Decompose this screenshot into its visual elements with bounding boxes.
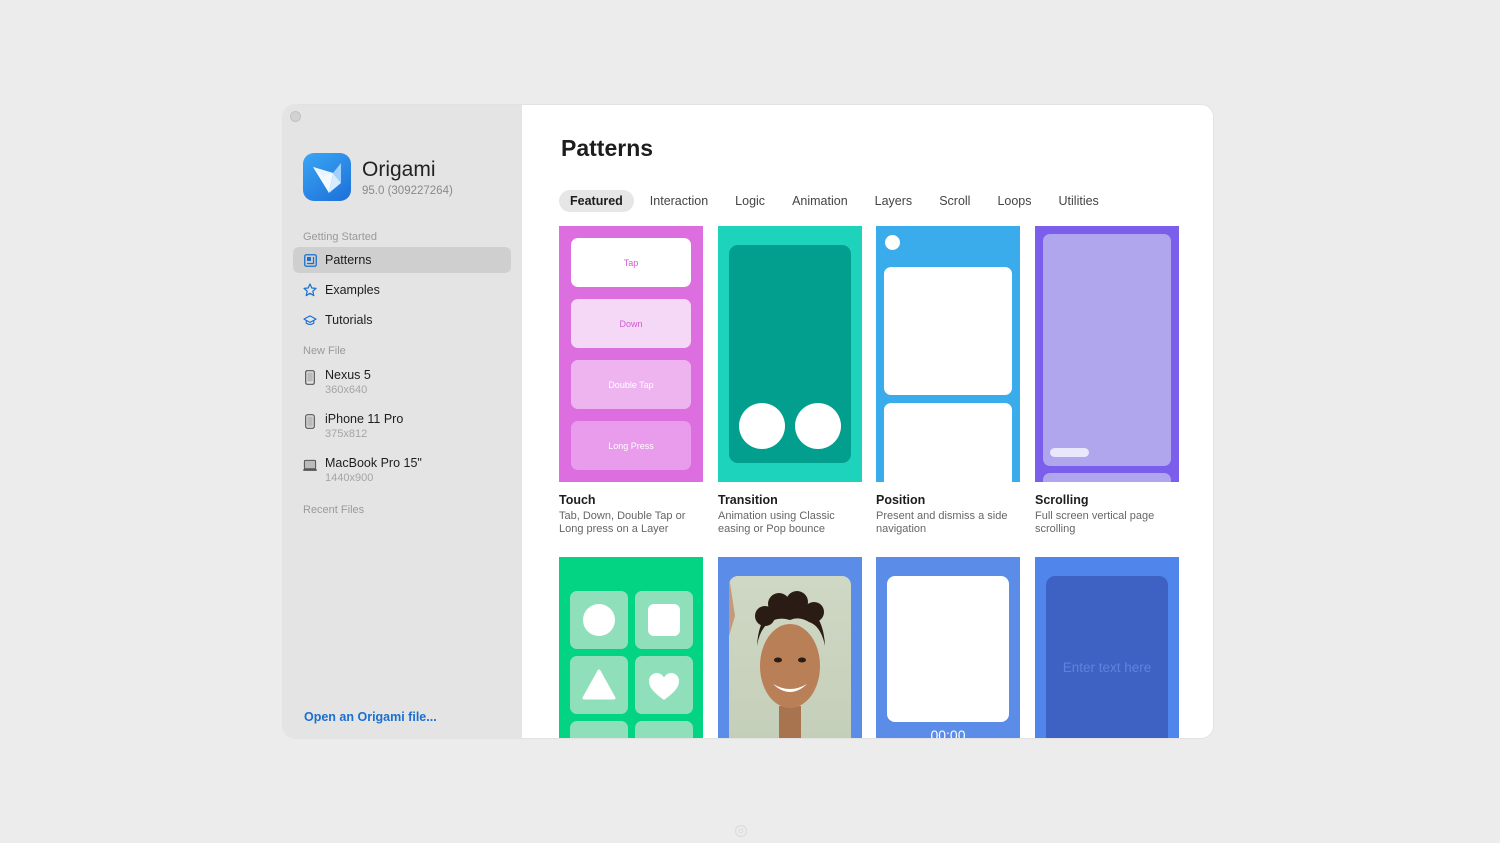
sidebar-item-label: Examples — [325, 283, 380, 297]
circle-shape — [795, 403, 841, 449]
section-getting-started: Getting Started — [303, 231, 377, 243]
card-description: Tab, Down, Double Tap or Long press on a… — [559, 510, 686, 535]
transition-thumbnail — [718, 226, 862, 482]
square-shape — [648, 604, 680, 636]
sidebar-item-patterns[interactable]: Patterns — [293, 247, 511, 273]
category-tabs: Featured Interaction Logic Animation Lay… — [559, 190, 1115, 212]
tile-shape — [570, 591, 628, 649]
triangle-icon — [582, 669, 616, 700]
file-dimensions: 375x812 — [325, 428, 368, 440]
card-title: Position — [876, 493, 926, 507]
laptop-icon — [303, 457, 317, 473]
file-name: MacBook Pro 15" — [325, 456, 422, 470]
new-file-macbook-pro[interactable]: MacBook Pro 15" 1440x900 — [303, 456, 422, 484]
pattern-card-text-input[interactable]: Enter text here — [1035, 557, 1179, 738]
main-content: Patterns Featured Interaction Logic Anim… — [522, 105, 1213, 738]
tab-interaction[interactable]: Interaction — [639, 190, 719, 212]
scrolling-thumbnail — [1035, 226, 1179, 482]
tile-shape — [570, 656, 628, 714]
sidebar-item-label: Tutorials — [325, 313, 373, 327]
new-file-nexus-5[interactable]: Nexus 5 360x640 — [303, 368, 371, 396]
panel-shape — [887, 576, 1009, 722]
file-name: iPhone 11 Pro — [325, 412, 404, 426]
pattern-card-timer[interactable]: 00:00 — [876, 557, 1020, 738]
new-file-iphone-11-pro[interactable]: iPhone 11 Pro 375x812 — [303, 412, 403, 440]
file-dimensions: 1440x900 — [325, 472, 374, 484]
bar-shape — [1050, 448, 1089, 457]
pattern-card-position[interactable]: Position Present and dismiss a side navi… — [876, 226, 1020, 536]
text-input-thumbnail: Enter text here — [1035, 557, 1179, 738]
app-name: Origami — [362, 157, 436, 181]
photo-thumbnail — [718, 557, 862, 738]
shapes-thumbnail — [559, 557, 703, 738]
file-dimensions: 360x640 — [325, 384, 368, 396]
pattern-card-transition[interactable]: Transition Animation using Classic easin… — [718, 226, 862, 536]
touch-thumbnail: Tap Down Double Tap Long Press — [559, 226, 703, 482]
file-name: Nexus 5 — [325, 368, 371, 382]
input-panel: Enter text here — [1046, 576, 1168, 738]
sidebar: Origami 95.0 (309227264) Getting Started… — [283, 105, 522, 738]
card-title: Touch — [559, 493, 596, 507]
transition-panel — [729, 245, 851, 463]
card-description: Present and dismiss a side navigation — [876, 510, 1008, 535]
timer-thumbnail: 00:00 — [876, 557, 1020, 738]
tile-shape — [635, 591, 693, 649]
pattern-card-touch[interactable]: Tap Down Double Tap Long Press Touch Tab… — [559, 226, 703, 536]
tab-logic[interactable]: Logic — [724, 190, 776, 212]
origami-window: Origami 95.0 (309227264) Getting Started… — [283, 105, 1213, 738]
panel-shape — [884, 403, 1012, 482]
heart-icon — [649, 673, 679, 700]
sidebar-item-tutorials[interactable]: Tutorials — [293, 307, 511, 333]
app-version: 95.0 (309227264) — [362, 184, 453, 197]
page-shape — [1043, 473, 1171, 482]
circle-shape — [885, 235, 900, 250]
card-description: Animation using Classic easing or Pop bo… — [718, 510, 835, 535]
phone-icon — [303, 369, 317, 385]
sidebar-item-label: Patterns — [325, 253, 372, 267]
open-file-link[interactable]: Open an Origami file... — [304, 710, 437, 724]
window-close-button[interactable] — [290, 111, 301, 122]
pattern-card-shapes[interactable] — [559, 557, 703, 738]
position-thumbnail — [876, 226, 1020, 482]
app-header: Origami 95.0 (309227264) — [303, 153, 453, 201]
section-new-file: New File — [303, 345, 346, 357]
card-description: Full screen vertical page scrolling — [1035, 510, 1155, 535]
circle-shape — [583, 604, 615, 636]
watermark-icon — [734, 824, 748, 838]
tile-shape — [635, 656, 693, 714]
tile-shape — [570, 721, 628, 738]
pattern-card-photo[interactable] — [718, 557, 862, 738]
tab-featured[interactable]: Featured — [559, 190, 634, 212]
tap-pill: Tap — [571, 238, 691, 287]
tab-loops[interactable]: Loops — [986, 190, 1042, 212]
tab-animation[interactable]: Animation — [781, 190, 859, 212]
phone-icon — [303, 413, 317, 429]
circle-shape — [739, 403, 785, 449]
panel-shape — [884, 267, 1012, 395]
sidebar-item-examples[interactable]: Examples — [293, 277, 511, 303]
tab-scroll[interactable]: Scroll — [928, 190, 981, 212]
graduation-cap-icon — [303, 313, 317, 327]
page-title: Patterns — [561, 135, 654, 161]
card-title: Scrolling — [1035, 493, 1089, 507]
double-tap-pill: Double Tap — [571, 360, 691, 409]
text-placeholder: Enter text here — [1062, 660, 1152, 675]
long-press-pill: Long Press — [571, 421, 691, 470]
pattern-card-scrolling[interactable]: Scrolling Full screen vertical page scro… — [1035, 226, 1179, 536]
star-icon — [303, 283, 317, 297]
origami-logo-icon — [303, 153, 351, 201]
tab-utilities[interactable]: Utilities — [1048, 190, 1110, 212]
down-pill: Down — [571, 299, 691, 348]
person-photo — [729, 576, 851, 738]
page-shape — [1043, 234, 1171, 466]
patterns-icon — [303, 253, 317, 267]
tile-shape — [635, 721, 693, 738]
section-recent-files: Recent Files — [303, 504, 365, 516]
timer-text: 00:00 — [930, 727, 966, 738]
card-title: Transition — [718, 493, 778, 507]
tab-layers[interactable]: Layers — [864, 190, 924, 212]
